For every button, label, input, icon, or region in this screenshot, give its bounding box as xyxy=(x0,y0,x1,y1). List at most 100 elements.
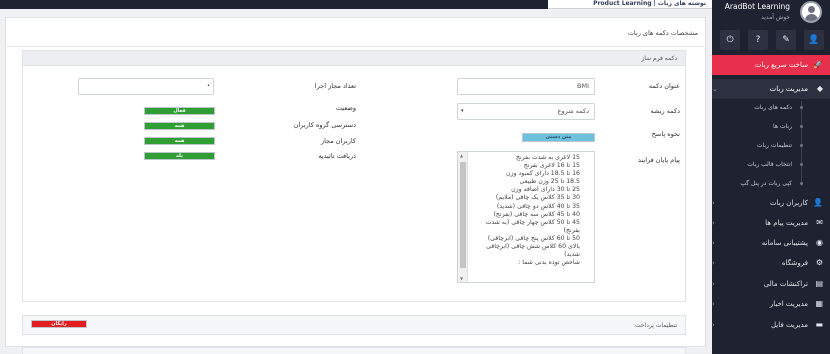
users-icon: 👤 xyxy=(813,198,823,207)
avatar[interactable] xyxy=(800,1,822,23)
top-tab[interactable]: Product Learning | نوشته های ربات xyxy=(548,0,712,9)
bullet-icon xyxy=(800,125,803,128)
user-edit-icon[interactable]: ✎ xyxy=(776,30,796,50)
root-button-select[interactable]: دکمه شروع ▾ xyxy=(457,103,595,120)
end-message-line: شدید) xyxy=(564,251,580,259)
sidebar-subitem-label: ربات ها xyxy=(773,123,792,130)
end-message-line: بالای 60 کلاس شش چاقی (ابرچاقی xyxy=(486,243,580,251)
bullet-icon xyxy=(800,163,803,166)
sidebar-item-label: مدیریت فایل xyxy=(770,321,808,329)
spinner-icon[interactable]: • xyxy=(207,79,210,94)
next-box xyxy=(22,347,686,354)
sidebar-item-label: فروشگاه xyxy=(781,259,808,267)
sidebar-item-label: تراکنشات مالی xyxy=(763,280,808,288)
sidebar-subitem[interactable]: دکمه های ربات xyxy=(712,98,830,117)
allowed-runs-input[interactable]: • xyxy=(78,78,214,95)
sidebar-item-label: ساخت سریع ربات xyxy=(754,61,808,69)
end-message-textarea[interactable]: 15 لاغری به شدت بفرنج 15 تا 16 لاغری بفرن… xyxy=(457,151,595,283)
sidebar-item-label: مدیریت پیام ها xyxy=(765,219,808,227)
sidebar-subitem-label: انتخاب قالب ربات xyxy=(747,161,792,168)
allowed-runs-label: تعداد مجاز اجرا xyxy=(314,82,356,90)
allowed-users-label: کاربران مجاز xyxy=(320,137,356,145)
end-message-line: 25 تا 30 دارای اضافه وزن xyxy=(511,186,580,194)
power-icon[interactable]: ⏻ xyxy=(720,30,740,50)
bullet-icon xyxy=(800,144,803,147)
end-message-line: 16 تا 18.5 دارای کمبود وزن xyxy=(506,170,580,178)
end-message-line: 50 تا 60 کلاس پنج چاقی (ابرچاقی) xyxy=(487,234,580,242)
status-value: فعال xyxy=(145,108,214,114)
end-message-text: 15 لاغری به شدت بفرنج 15 تا 16 لاغری بفرن… xyxy=(470,154,580,267)
sidebar-subitem[interactable]: ربات ها xyxy=(712,117,830,136)
allowed-users-toggle[interactable]: همه xyxy=(144,137,215,145)
page-title: مشخصات دکمه های ربات xyxy=(627,29,698,37)
end-message-line: 18.5 تا 25 وزن طبیعی xyxy=(519,178,580,186)
chevron-icon: ‹ xyxy=(712,219,715,227)
button-title-input[interactable]: BMI xyxy=(457,78,595,95)
root-button-label: دکمه ریشه xyxy=(650,107,680,115)
confirm-receive-toggle[interactable]: بله xyxy=(144,152,215,160)
chevron-down-icon: ▾ xyxy=(461,108,464,114)
chevron-icon: ‹ xyxy=(712,199,715,207)
end-message-line: 40 تا 45 کلاس سه چاقی (بفرنج) xyxy=(493,210,581,218)
status-label: وضعیت xyxy=(335,104,356,112)
divider xyxy=(5,46,706,47)
end-message-line: 30 تا 35 کلاس یک چاقی (ملایم) xyxy=(495,194,580,202)
root-button-value: دکمه شروع xyxy=(557,107,589,115)
status-toggle[interactable]: فعال xyxy=(144,107,215,115)
sidebar-item-label: کاربران ربات xyxy=(769,199,808,207)
chevron-icon: ‹ xyxy=(712,239,715,247)
end-message-line: 45 تا 50 کلاس چهار چاقی (به شدت xyxy=(485,218,580,226)
sidebar-item[interactable]: ✉ مدیریت پیام ها ‹ xyxy=(712,213,830,233)
reply-method-value: متن دستی xyxy=(523,134,594,141)
folder-icon: ▬ xyxy=(815,320,823,329)
sidebar-item[interactable]: ⚙ فروشگاه ‹ xyxy=(712,253,830,273)
help-icon[interactable]: ? xyxy=(748,30,768,50)
payment-toggle[interactable]: رایگان xyxy=(31,320,87,328)
main-area: مشخصات دکمه های ربات دکمه فرم ساز عنوان … xyxy=(0,9,712,354)
end-message-line: 15 لاغری به شدت بفرنج xyxy=(515,154,580,161)
robot-icon: ◆ xyxy=(816,84,823,93)
button-title-label: عنوان دکمه xyxy=(648,82,680,90)
sidebar-item[interactable]: 👤 کاربران ربات ‹ xyxy=(712,193,830,213)
sidebar-item[interactable]: ◆ مدیریت ربات ⌄ xyxy=(712,79,830,99)
confirm-receive-value: بله xyxy=(145,153,214,159)
chevron-icon: ‹ xyxy=(712,321,715,329)
welcome-text: خوش آمدید xyxy=(761,14,790,21)
payment-box-title: تنظیمات پرداخت xyxy=(635,322,677,329)
sidebar-item[interactable]: 🚀 ساخت سریع ربات xyxy=(712,55,830,75)
end-message-line: بفرنج) xyxy=(563,226,580,234)
mail-icon: ✉ xyxy=(816,218,823,227)
payment-value: رایگان xyxy=(32,321,86,327)
sidebar-subitem[interactable]: کپی ربات در پنل گپ xyxy=(712,174,830,193)
end-message-line: 35 تا 40 کلاس دو چاقی (شدید) xyxy=(496,202,580,210)
end-message-label: پیام پایان فرایند xyxy=(638,156,680,164)
sidebar-item[interactable]: ▤ تراکنشات مالی ‹ xyxy=(712,274,830,294)
sidebar: AradBot Learning خوش آمدید ⏻? ✎ 👤 🚀 ساخت سر… xyxy=(712,0,830,354)
group-access-label: دسترسی گروه کاربران xyxy=(293,121,356,129)
sidebar-subitem[interactable]: تنظیمات ربات xyxy=(712,136,830,155)
bullet-icon xyxy=(800,182,803,185)
sidebar-subitem[interactable]: انتخاب قالب ربات xyxy=(712,155,830,174)
bullet-icon xyxy=(800,106,803,109)
textarea-scrollbar[interactable]: ▲ ▼ xyxy=(458,152,468,282)
end-message-line: شاخص توده بدنی شما : xyxy=(518,259,580,267)
brand-name: AradBot Learning xyxy=(724,2,790,11)
sidebar-subitem-label: کپی ربات در پنل گپ xyxy=(740,180,792,187)
scroll-up-icon[interactable]: ▲ xyxy=(460,153,463,158)
group-access-toggle[interactable]: همه xyxy=(144,122,215,130)
sidebar-subitem-label: تنظیمات ربات xyxy=(756,142,792,149)
scroll-thumb[interactable] xyxy=(460,162,466,268)
sidebar-item[interactable]: ▬ مدیریت فایل ‹ xyxy=(712,315,830,335)
sidebar-item[interactable]: ◉ پشتیبانی سامانه ‹ xyxy=(712,233,830,253)
shop-icon: ⚙ xyxy=(815,258,823,267)
sidebar-subitem-label: دکمه های ربات xyxy=(754,104,792,111)
user-icon[interactable]: 👤 xyxy=(804,30,824,50)
scroll-down-icon[interactable]: ▼ xyxy=(460,276,463,281)
payment-box: تنظیمات پرداخت xyxy=(22,315,686,335)
reply-method-toggle[interactable]: متن دستی xyxy=(522,133,595,142)
sidebar-item-label: مدیریت اخبار xyxy=(769,300,808,308)
sidebar-item[interactable]: ▦ مدیریت اخبار ‹ xyxy=(712,294,830,314)
news-icon: ▦ xyxy=(815,299,823,308)
reply-method-label: نحوه پاسخ xyxy=(651,130,680,138)
sidebar-item-label: مدیریت ربات xyxy=(769,85,808,93)
